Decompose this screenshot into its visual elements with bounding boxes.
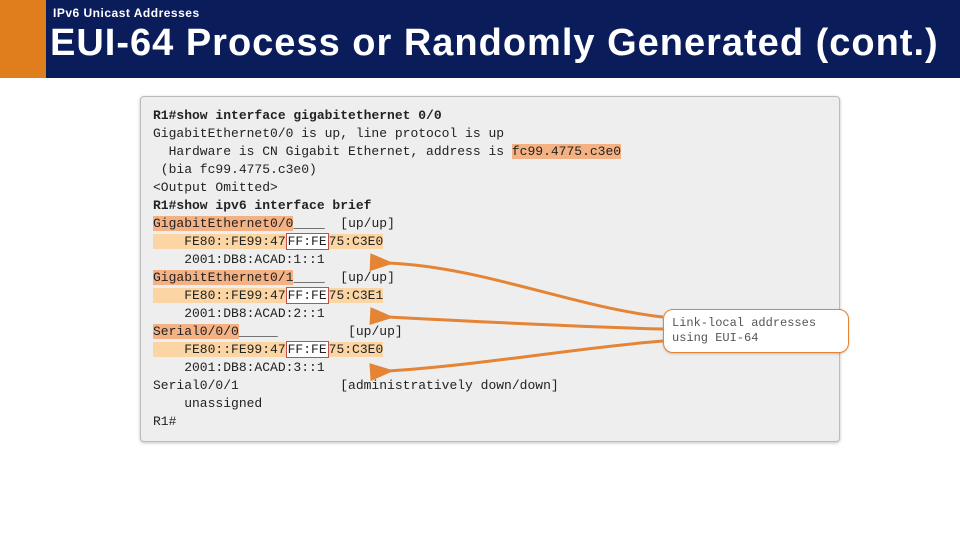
section-label: IPv6 Unicast Addresses xyxy=(53,6,200,20)
output-line: GigabitEthernet0/0 is up, line protocol … xyxy=(153,125,827,143)
iface-state: [up/up] xyxy=(348,324,403,339)
global-addr: 2001:DB8:ACAD:1::1 xyxy=(153,251,827,269)
output-line: unassigned xyxy=(153,395,827,413)
output-line: <Output Omitted> xyxy=(153,179,827,197)
callout-text: Link-local addresses using EUI-64 xyxy=(672,316,816,345)
callout-box: Link-local addresses using EUI-64 xyxy=(663,309,849,353)
slide-title: EUI-64 Process or Randomly Generated (co… xyxy=(50,22,939,65)
output-line: Serial0/0/1 [administratively down/down] xyxy=(153,377,827,395)
linklocal: FE80::FE99:47 xyxy=(153,288,286,303)
linklocal: 75:C3E0 xyxy=(329,234,384,249)
command: show ipv6 interface brief xyxy=(176,198,371,213)
iface-name: Serial0/0/0 xyxy=(153,324,239,339)
global-addr: 2001:DB8:ACAD:3::1 xyxy=(153,359,827,377)
output-line: Hardware is CN Gigabit Ethernet, address… xyxy=(153,144,512,159)
slide-header: IPv6 Unicast Addresses EUI-64 Process or… xyxy=(0,0,960,78)
iface-state: [up/up] xyxy=(340,216,395,231)
underline: ____ xyxy=(293,270,324,285)
terminal-output: R1#show interface gigabitethernet 0/0 Gi… xyxy=(153,107,827,431)
iface-state: [up/up] xyxy=(340,270,395,285)
linklocal: FE80::FE99:47 xyxy=(153,342,286,357)
iface-name: GigabitEthernet0/0 xyxy=(153,216,293,231)
linklocal: FE80::FE99:47 xyxy=(153,234,286,249)
prompt: R1# xyxy=(153,413,827,431)
fffe-insert: FF:FE xyxy=(286,233,329,250)
underline: ____ xyxy=(293,216,324,231)
fffe-insert: FF:FE xyxy=(286,341,329,358)
prompt: R1# xyxy=(153,198,176,213)
prompt: R1# xyxy=(153,108,176,123)
underline: _____ xyxy=(239,324,278,339)
command: show interface gigabitethernet 0/0 xyxy=(176,108,441,123)
fffe-insert: FF:FE xyxy=(286,287,329,304)
output-line: (bia fc99.4775.c3e0) xyxy=(153,161,827,179)
terminal-panel: R1#show interface gigabitethernet 0/0 Gi… xyxy=(140,96,840,442)
linklocal: 75:C3E1 xyxy=(329,288,384,303)
mac-highlight: fc99.4775.c3e0 xyxy=(512,144,621,159)
linklocal: 75:C3E0 xyxy=(329,342,384,357)
slide-content: R1#show interface gigabitethernet 0/0 Gi… xyxy=(0,78,960,540)
iface-name: GigabitEthernet0/1 xyxy=(153,270,293,285)
accent-bar xyxy=(0,0,46,78)
